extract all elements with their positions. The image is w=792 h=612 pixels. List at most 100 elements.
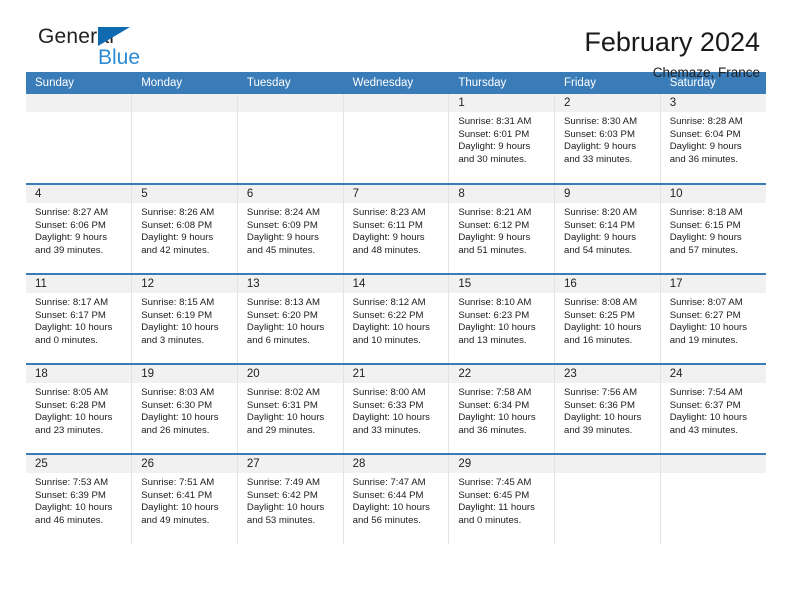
daylight-text-line1: Daylight: 10 hours (141, 502, 219, 514)
daylight-text-line1: Daylight: 10 hours (35, 322, 113, 334)
sunrise-text: Sunrise: 8:23 AM (352, 207, 426, 218)
daylight-text-line2: and 33 minutes. (352, 424, 421, 436)
day-cell[interactable]: 22 Sunrise: 7:58 AM Sunset: 6:34 PM Dayligh… (448, 363, 556, 454)
sunset-text: Sunset: 6:28 PM (35, 399, 106, 411)
day-number: 24 (660, 365, 766, 383)
daylight-text-line2: and 16 minutes. (564, 334, 633, 346)
day-details (132, 112, 237, 116)
day-number: 14 (343, 275, 449, 293)
day-details: Sunrise: 8:07 AM Sunset: 6:27 PM Daylight:… (661, 293, 766, 347)
daylight-text-line2: and 13 minutes. (458, 334, 527, 346)
sunset-text: Sunset: 6:19 PM (141, 309, 213, 321)
day-cell[interactable] (554, 453, 661, 544)
sunset-text: Sunset: 6:44 PM (352, 489, 424, 501)
sunrise-text: Sunrise: 7:53 AM (35, 477, 109, 488)
day-cell[interactable]: 28 Sunrise: 7:47 AM Sunset: 6:44 PM Dayligh… (343, 453, 450, 544)
day-cell[interactable]: 25 Sunrise: 7:53 AM Sunset: 6:39 PM Dayligh… (26, 453, 133, 544)
daylight-text-line1: Daylight: 10 hours (141, 412, 219, 424)
day-cell[interactable]: 20 Sunrise: 8:02 AM Sunset: 6:31 PM Dayligh… (237, 363, 344, 454)
sunrise-text: Sunrise: 8:18 AM (669, 207, 743, 218)
day-cell[interactable]: 24 Sunrise: 7:54 AM Sunset: 6:37 PM Dayligh… (660, 363, 766, 454)
day-number: 29 (449, 455, 555, 473)
sunrise-text: Sunrise: 8:15 AM (141, 297, 215, 308)
logo-triangle-icon (98, 27, 130, 46)
sunset-text: Sunset: 6:34 PM (458, 399, 530, 411)
day-cell[interactable]: 17 Sunrise: 8:07 AM Sunset: 6:27 PM Dayligh… (660, 273, 766, 364)
day-cell[interactable]: 7 Sunrise: 8:23 AM Sunset: 6:11 PM Daylight… (343, 183, 450, 274)
sunset-text: Sunset: 6:04 PM (669, 128, 741, 140)
sunset-text: Sunset: 6:11 PM (352, 219, 423, 231)
day-cell[interactable]: 3 Sunrise: 8:28 AM Sunset: 6:04 PM Daylight… (660, 94, 766, 184)
daylight-text-line1: Daylight: 9 hours (141, 232, 214, 244)
day-cell[interactable]: 29 Sunrise: 7:45 AM Sunset: 6:45 PM Dayligh… (448, 453, 556, 544)
day-number: 18 (26, 365, 132, 383)
day-cell[interactable]: 12 Sunrise: 8:15 AM Sunset: 6:19 PM Dayligh… (131, 273, 238, 364)
day-cell[interactable]: 18 Sunrise: 8:05 AM Sunset: 6:28 PM Dayligh… (26, 363, 133, 454)
daylight-text-line2: and 46 minutes. (35, 514, 104, 526)
day-cell[interactable]: 2 Sunrise: 8:30 AM Sunset: 6:03 PM Daylight… (554, 94, 661, 184)
sunrise-text: Sunrise: 8:20 AM (564, 207, 638, 218)
day-number: 3 (660, 94, 766, 112)
day-details: Sunrise: 8:00 AM Sunset: 6:33 PM Daylight:… (344, 383, 449, 437)
daylight-text-line2: and 42 minutes. (141, 244, 210, 256)
day-cell[interactable] (343, 94, 450, 184)
day-details: Sunrise: 7:54 AM Sunset: 6:37 PM Daylight:… (661, 383, 766, 437)
daylight-text-line2: and 19 minutes. (669, 334, 738, 346)
day-cell[interactable]: 19 Sunrise: 8:03 AM Sunset: 6:30 PM Dayligh… (131, 363, 238, 454)
day-number: 21 (343, 365, 449, 383)
day-details: Sunrise: 8:12 AM Sunset: 6:22 PM Daylight:… (344, 293, 449, 347)
day-cell[interactable] (26, 94, 133, 184)
daylight-text-line1: Daylight: 9 hours (352, 232, 425, 244)
calendar-week-row: 18 Sunrise: 8:05 AM Sunset: 6:28 PM Dayligh… (26, 363, 766, 454)
day-details: Sunrise: 7:49 AM Sunset: 6:42 PM Daylight:… (238, 473, 343, 527)
sunrise-text: Sunrise: 7:56 AM (564, 387, 638, 398)
day-details: Sunrise: 8:02 AM Sunset: 6:31 PM Daylight:… (238, 383, 343, 437)
day-cell[interactable]: 1 Sunrise: 8:31 AM Sunset: 6:01 PM Daylight… (448, 94, 556, 184)
day-cell[interactable]: 26 Sunrise: 7:51 AM Sunset: 6:41 PM Dayligh… (131, 453, 238, 544)
day-cell[interactable] (660, 453, 766, 544)
day-cell[interactable]: 4 Sunrise: 8:27 AM Sunset: 6:06 PM Daylight… (26, 183, 133, 274)
sunset-text: Sunset: 6:45 PM (458, 489, 530, 501)
day-number: 4 (26, 185, 132, 203)
daylight-text-line1: Daylight: 10 hours (564, 322, 642, 334)
day-cell[interactable]: 10 Sunrise: 8:18 AM Sunset: 6:15 PM Dayligh… (660, 183, 766, 274)
daylight-text-line1: Daylight: 9 hours (669, 141, 742, 153)
day-cell[interactable]: 6 Sunrise: 8:24 AM Sunset: 6:09 PM Daylight… (237, 183, 344, 274)
day-cell[interactable]: 8 Sunrise: 8:21 AM Sunset: 6:12 PM Daylight… (448, 183, 556, 274)
day-cell[interactable]: 23 Sunrise: 7:56 AM Sunset: 6:36 PM Dayligh… (554, 363, 661, 454)
daylight-text-line2: and 23 minutes. (35, 424, 104, 436)
day-details: Sunrise: 8:10 AM Sunset: 6:23 PM Daylight:… (449, 293, 554, 347)
day-number: 28 (343, 455, 449, 473)
day-details (238, 112, 343, 116)
day-cell[interactable]: 11 Sunrise: 8:17 AM Sunset: 6:17 PM Dayligh… (26, 273, 133, 364)
sunset-text: Sunset: 6:06 PM (35, 219, 106, 231)
day-cell[interactable] (237, 94, 344, 184)
daylight-text-line2: and 56 minutes. (352, 514, 421, 526)
day-cell[interactable]: 9 Sunrise: 8:20 AM Sunset: 6:14 PM Daylight… (554, 183, 661, 274)
sunrise-text: Sunrise: 8:12 AM (352, 297, 426, 308)
logo-text-blue: Blue (98, 46, 141, 69)
calendar-page: General Blue February 2024 Chemaze, Fran… (0, 0, 792, 612)
daylight-text-line1: Daylight: 10 hours (669, 322, 748, 334)
day-cell[interactable]: 14 Sunrise: 8:12 AM Sunset: 6:22 PM Dayligh… (343, 273, 450, 364)
day-cell[interactable]: 5 Sunrise: 8:26 AM Sunset: 6:08 PM Daylight… (131, 183, 238, 274)
day-number: 7 (343, 185, 449, 203)
day-details: Sunrise: 8:05 AM Sunset: 6:28 PM Daylight:… (26, 383, 131, 437)
day-number: 26 (132, 455, 237, 473)
day-cell[interactable]: 27 Sunrise: 7:49 AM Sunset: 6:42 PM Dayligh… (237, 453, 344, 544)
day-cell[interactable] (131, 94, 238, 184)
daylight-text-line2: and 43 minutes. (669, 424, 738, 436)
day-cell[interactable]: 16 Sunrise: 8:08 AM Sunset: 6:25 PM Dayligh… (554, 273, 661, 364)
day-cell[interactable]: 21 Sunrise: 8:00 AM Sunset: 6:33 PM Dayligh… (343, 363, 450, 454)
sunset-text: Sunset: 6:17 PM (35, 309, 106, 321)
day-details (26, 112, 131, 116)
daylight-text-line1: Daylight: 10 hours (458, 412, 536, 424)
sunset-text: Sunset: 6:09 PM (246, 219, 318, 231)
day-number: 1 (449, 94, 555, 112)
day-details: Sunrise: 8:28 AM Sunset: 6:04 PM Daylight:… (661, 112, 766, 166)
sunset-text: Sunset: 6:01 PM (458, 128, 530, 140)
day-cell[interactable]: 13 Sunrise: 8:13 AM Sunset: 6:20 PM Dayligh… (237, 273, 344, 364)
day-cell[interactable]: 15 Sunrise: 8:10 AM Sunset: 6:23 PM Dayligh… (448, 273, 556, 364)
daylight-text-line1: Daylight: 9 hours (564, 141, 637, 153)
sunrise-text: Sunrise: 8:24 AM (246, 207, 320, 218)
